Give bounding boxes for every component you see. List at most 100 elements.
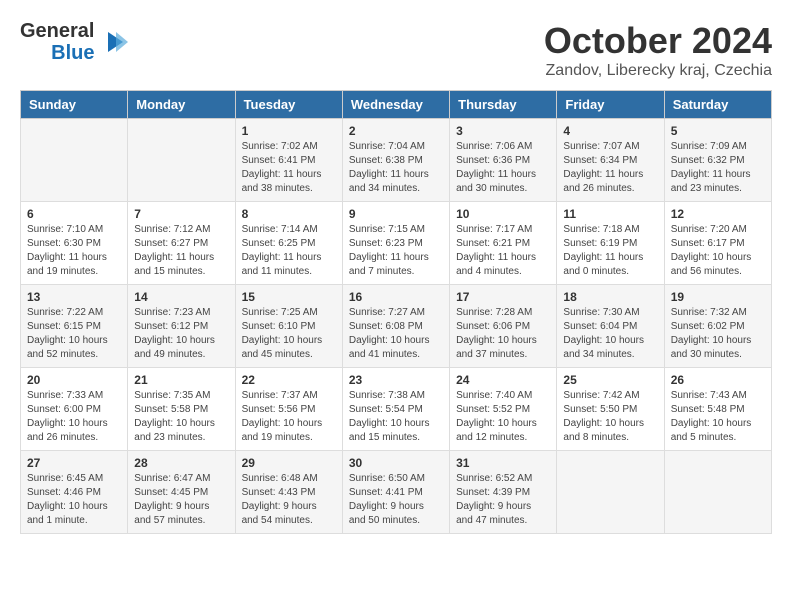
weekday-header-saturday: Saturday (664, 91, 771, 119)
day-number: 17 (456, 290, 550, 304)
day-number: 4 (563, 124, 657, 138)
calendar-cell: 3 Sunrise: 7:06 AM Sunset: 6:36 PM Daylig… (450, 119, 557, 202)
day-number: 23 (349, 373, 443, 387)
calendar-cell (128, 119, 235, 202)
day-info: Sunrise: 7:27 AM Sunset: 6:08 PM Dayligh… (349, 306, 443, 362)
day-number: 5 (671, 124, 765, 138)
page-header: General Blue October 2024 Zandov, Libere… (20, 20, 772, 80)
weekday-header-monday: Monday (128, 91, 235, 119)
day-info: Sunrise: 7:18 AM Sunset: 6:19 PM Dayligh… (563, 223, 657, 279)
day-info: Sunrise: 7:12 AM Sunset: 6:27 PM Dayligh… (134, 223, 228, 279)
logo-line2: Blue (51, 42, 94, 64)
calendar-cell: 22Sunrise: 7:37 AM Sunset: 5:56 PM Dayli… (235, 368, 342, 451)
day-number: 7 (134, 207, 228, 221)
day-info: Sunrise: 7:06 AM Sunset: 6:36 PM Dayligh… (456, 140, 550, 196)
calendar-cell: 11 Sunrise: 7:18 AM Sunset: 6:19 PM Dayli… (557, 202, 664, 285)
calendar-cell: 26Sunrise: 7:43 AM Sunset: 5:48 PM Dayli… (664, 368, 771, 451)
calendar-cell (557, 451, 664, 534)
calendar-cell (664, 451, 771, 534)
calendar-cell: 14Sunrise: 7:23 AM Sunset: 6:12 PM Dayli… (128, 285, 235, 368)
day-number: 28 (134, 456, 228, 470)
calendar-cell: 4 Sunrise: 7:07 AM Sunset: 6:34 PM Daylig… (557, 119, 664, 202)
day-number: 6 (27, 207, 121, 221)
calendar-cell: 19 Sunrise: 7:32 AM Sunset: 6:02 PM Dayli… (664, 285, 771, 368)
logo: General Blue (20, 20, 128, 64)
calendar-cell: 7 Sunrise: 7:12 AM Sunset: 6:27 PM Daylig… (128, 202, 235, 285)
day-info: Sunrise: 7:04 AM Sunset: 6:38 PM Dayligh… (349, 140, 443, 196)
day-number: 1 (242, 124, 336, 138)
calendar-cell: 27 Sunrise: 6:45 AM Sunset: 4:46 PM Dayli… (21, 451, 128, 534)
day-info: Sunrise: 7:40 AM Sunset: 5:52 PM Dayligh… (456, 389, 550, 445)
day-number: 26 (671, 373, 765, 387)
day-number: 9 (349, 207, 443, 221)
day-number: 18 (563, 290, 657, 304)
day-info: Sunrise: 7:25 AM Sunset: 6:10 PM Dayligh… (242, 306, 336, 362)
calendar-cell: 29 Sunrise: 6:48 AM Sunset: 4:43 PM Dayli… (235, 451, 342, 534)
calendar-cell: 18 Sunrise: 7:30 AM Sunset: 6:04 PM Dayli… (557, 285, 664, 368)
calendar-cell: 30 Sunrise: 6:50 AM Sunset: 4:41 PM Dayli… (342, 451, 449, 534)
logo-line1: General (20, 20, 94, 42)
day-info: Sunrise: 6:52 AM Sunset: 4:39 PM Dayligh… (456, 472, 550, 528)
day-number: 29 (242, 456, 336, 470)
day-info: Sunrise: 7:38 AM Sunset: 5:54 PM Dayligh… (349, 389, 443, 445)
day-info: Sunrise: 7:32 AM Sunset: 6:02 PM Dayligh… (671, 306, 765, 362)
day-info: Sunrise: 7:17 AM Sunset: 6:21 PM Dayligh… (456, 223, 550, 279)
day-info: Sunrise: 7:42 AM Sunset: 5:50 PM Dayligh… (563, 389, 657, 445)
day-number: 13 (27, 290, 121, 304)
calendar-cell: 6 Sunrise: 7:10 AM Sunset: 6:30 PM Daylig… (21, 202, 128, 285)
calendar-cell: 2 Sunrise: 7:04 AM Sunset: 6:38 PM Daylig… (342, 119, 449, 202)
day-info: Sunrise: 7:20 AM Sunset: 6:17 PM Dayligh… (671, 223, 765, 279)
calendar-cell: 16 Sunrise: 7:27 AM Sunset: 6:08 PM Dayli… (342, 285, 449, 368)
calendar-cell: 17 Sunrise: 7:28 AM Sunset: 6:06 PM Dayli… (450, 285, 557, 368)
day-number: 11 (563, 207, 657, 221)
day-number: 14 (134, 290, 228, 304)
day-number: 21 (134, 373, 228, 387)
day-number: 15 (242, 290, 336, 304)
day-info: Sunrise: 6:47 AM Sunset: 4:45 PM Dayligh… (134, 472, 228, 528)
weekday-header-sunday: Sunday (21, 91, 128, 119)
weekday-header-thursday: Thursday (450, 91, 557, 119)
calendar-cell: 9 Sunrise: 7:15 AM Sunset: 6:23 PM Daylig… (342, 202, 449, 285)
day-info: Sunrise: 7:35 AM Sunset: 5:58 PM Dayligh… (134, 389, 228, 445)
day-number: 8 (242, 207, 336, 221)
calendar-table: SundayMondayTuesdayWednesdayThursdayFrid… (20, 90, 772, 534)
weekday-header-tuesday: Tuesday (235, 91, 342, 119)
day-info: Sunrise: 6:48 AM Sunset: 4:43 PM Dayligh… (242, 472, 336, 528)
day-number: 12 (671, 207, 765, 221)
calendar-cell: 12 Sunrise: 7:20 AM Sunset: 6:17 PM Dayli… (664, 202, 771, 285)
day-number: 19 (671, 290, 765, 304)
day-info: Sunrise: 6:45 AM Sunset: 4:46 PM Dayligh… (27, 472, 121, 528)
day-info: Sunrise: 7:28 AM Sunset: 6:06 PM Dayligh… (456, 306, 550, 362)
weekday-header-wednesday: Wednesday (342, 91, 449, 119)
calendar-cell (21, 119, 128, 202)
location-title: Zandov, Liberecky kraj, Czechia (544, 62, 772, 80)
day-info: Sunrise: 7:09 AM Sunset: 6:32 PM Dayligh… (671, 140, 765, 196)
day-number: 25 (563, 373, 657, 387)
day-info: Sunrise: 7:15 AM Sunset: 6:23 PM Dayligh… (349, 223, 443, 279)
logo-icon (98, 27, 128, 57)
calendar-cell: 24Sunrise: 7:40 AM Sunset: 5:52 PM Dayli… (450, 368, 557, 451)
calendar-cell: 23 Sunrise: 7:38 AM Sunset: 5:54 PM Dayli… (342, 368, 449, 451)
day-number: 31 (456, 456, 550, 470)
day-number: 3 (456, 124, 550, 138)
day-info: Sunrise: 7:37 AM Sunset: 5:56 PM Dayligh… (242, 389, 336, 445)
calendar-cell: 20 Sunrise: 7:33 AM Sunset: 6:00 PM Dayli… (21, 368, 128, 451)
day-info: Sunrise: 7:33 AM Sunset: 6:00 PM Dayligh… (27, 389, 121, 445)
title-section: October 2024 Zandov, Liberecky kraj, Cze… (544, 20, 772, 80)
day-number: 30 (349, 456, 443, 470)
day-number: 2 (349, 124, 443, 138)
day-number: 16 (349, 290, 443, 304)
day-number: 10 (456, 207, 550, 221)
day-info: Sunrise: 7:10 AM Sunset: 6:30 PM Dayligh… (27, 223, 121, 279)
day-info: Sunrise: 7:30 AM Sunset: 6:04 PM Dayligh… (563, 306, 657, 362)
day-number: 27 (27, 456, 121, 470)
calendar-cell: 25 Sunrise: 7:42 AM Sunset: 5:50 PM Dayli… (557, 368, 664, 451)
day-info: Sunrise: 7:07 AM Sunset: 6:34 PM Dayligh… (563, 140, 657, 196)
day-info: Sunrise: 6:50 AM Sunset: 4:41 PM Dayligh… (349, 472, 443, 528)
calendar-cell: 21 Sunrise: 7:35 AM Sunset: 5:58 PM Dayli… (128, 368, 235, 451)
month-title: October 2024 (544, 20, 772, 62)
day-number: 20 (27, 373, 121, 387)
calendar-cell: 10 Sunrise: 7:17 AM Sunset: 6:21 PM Dayli… (450, 202, 557, 285)
weekday-header-friday: Friday (557, 91, 664, 119)
calendar-cell: 28 Sunrise: 6:47 AM Sunset: 4:45 PM Dayli… (128, 451, 235, 534)
